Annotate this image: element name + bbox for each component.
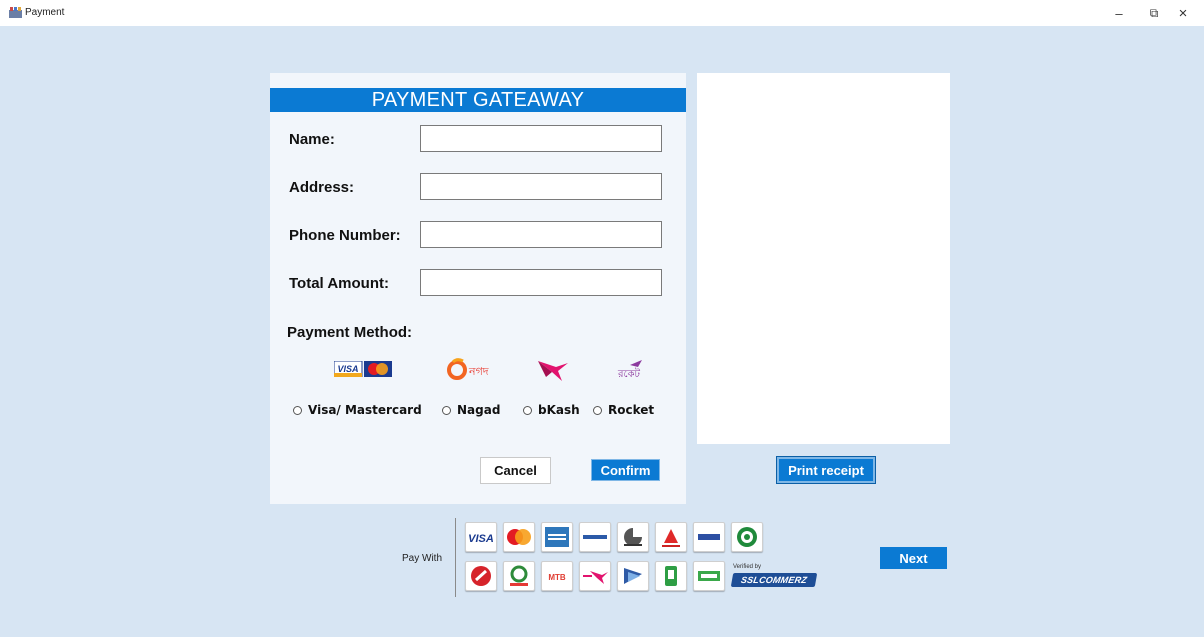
name-input[interactable] [420, 125, 662, 152]
print-receipt-button[interactable]: Print receipt [776, 456, 876, 484]
sslcommerz-badge: SSLCOMMERZ [730, 573, 818, 587]
radio-dot [293, 405, 302, 415]
close-icon[interactable]: × [1168, 3, 1198, 23]
radio-rocket-label: Rocket [608, 403, 655, 417]
radio-rocket[interactable]: Rocket [593, 403, 654, 417]
upay-logo-icon [617, 561, 649, 591]
nagad-logo-text: নগদ [468, 365, 489, 378]
phone-number-label: Phone Number: [289, 227, 401, 244]
radio-dot [523, 405, 532, 415]
islami-bank-logo-icon [731, 522, 763, 552]
cancel-button[interactable]: Cancel [480, 457, 551, 484]
radio-nagad-label: Nagad [457, 403, 501, 417]
radio-dot [593, 405, 602, 415]
rocket-logo-text: রকেট [617, 367, 641, 380]
verified-by-label: Verified by [733, 564, 762, 570]
sure-cash-logo-icon [655, 561, 687, 591]
mtb-logo-text: MTB [548, 573, 566, 582]
radio-nagad[interactable]: Nagad [442, 403, 500, 417]
radio-visa-mastercard[interactable]: Visa/ Mastercard [293, 403, 422, 417]
payment-method-label: Payment Method: [287, 324, 413, 341]
bank-asia-logo-icon [693, 522, 725, 552]
nagad-logo-icon: নগদ [447, 358, 489, 380]
amex-logo-icon [541, 522, 573, 552]
mtb-logo-icon: MTB [541, 561, 573, 591]
pay-with-divider [455, 518, 456, 597]
name-label: Name: [289, 131, 335, 148]
total-amount-label: Total Amount: [289, 275, 389, 292]
app-icon [9, 7, 22, 18]
title-bar: Payment – ⧉ × [0, 0, 1204, 26]
window-title: Payment [25, 7, 65, 18]
radio-visa-mastercard-label: Visa/ Mastercard [308, 403, 422, 417]
radio-bkash-label: bKash [538, 403, 580, 417]
restore-icon[interactable]: ⧉ [1139, 3, 1169, 23]
visa-card-logo-text: VISA [468, 533, 494, 545]
visa-mastercard-logo-icon: VISA [334, 361, 392, 377]
confirm-button[interactable]: Confirm [591, 459, 660, 481]
form-header: PAYMENT GATEAWAY [270, 88, 686, 112]
pay-with-label: Pay With [402, 553, 443, 564]
bkash-logo-icon [538, 361, 568, 381]
fastcash-logo-icon [503, 561, 535, 591]
address-input[interactable] [420, 173, 662, 200]
address-label: Address: [289, 179, 355, 196]
qcash-logo-icon [465, 561, 497, 591]
mcash-logo-icon [693, 561, 725, 591]
brac-bank-logo-icon [579, 522, 611, 552]
radio-dot [442, 405, 451, 415]
minimize-icon[interactable]: – [1104, 3, 1134, 23]
bkash-pay-logo-icon [579, 561, 611, 591]
total-amount-input[interactable] [420, 269, 662, 296]
dbbl-nexus-logo-icon [617, 522, 649, 552]
visa-card-logo-icon: VISA [465, 522, 497, 552]
visa-logo-text: VISA [337, 364, 358, 374]
radio-bkash[interactable]: bKash [523, 403, 580, 417]
rocket-logo-icon: রকেট [617, 360, 642, 380]
phone-number-input[interactable] [420, 221, 662, 248]
next-button[interactable]: Next [880, 547, 947, 569]
mycash-logo-icon [655, 522, 687, 552]
mastercard-logo-icon [503, 522, 535, 552]
receipt-panel [697, 73, 950, 444]
